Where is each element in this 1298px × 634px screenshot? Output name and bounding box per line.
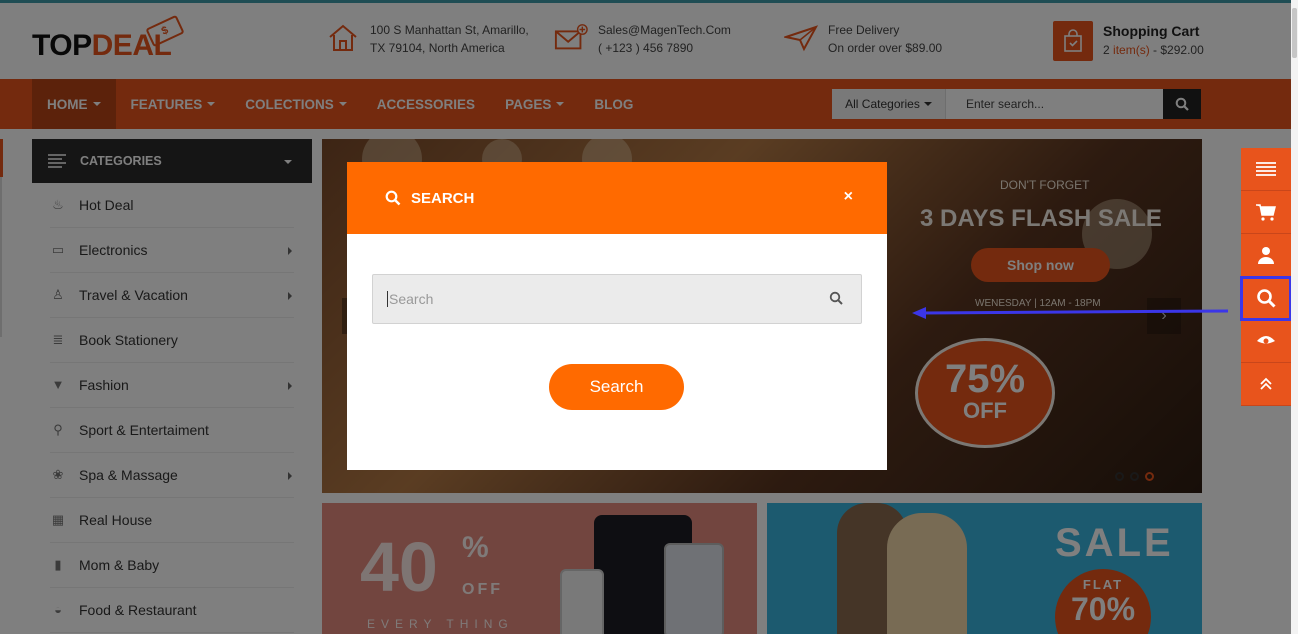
chevrons-up-icon xyxy=(1260,377,1272,390)
right-floating-toolbar xyxy=(1240,148,1292,406)
recently-viewed-button[interactable] xyxy=(1241,320,1291,363)
annotation-arrow xyxy=(912,307,1228,319)
search-modal-header: SEARCH xyxy=(347,162,887,234)
back-to-top-button[interactable] xyxy=(1241,363,1291,406)
menu-button[interactable] xyxy=(1241,148,1291,191)
search-modal-input[interactable]: Search xyxy=(372,274,862,324)
search-toggle-button[interactable] xyxy=(1240,276,1292,321)
search-submit-button[interactable]: Search xyxy=(549,364,684,410)
close-icon[interactable]: × xyxy=(844,188,853,206)
cart-button[interactable] xyxy=(1241,191,1291,234)
text-cursor xyxy=(387,291,388,307)
search-icon xyxy=(1257,289,1276,308)
page-scrollbar[interactable] xyxy=(1291,0,1298,634)
account-button[interactable] xyxy=(1241,234,1291,277)
search-icon[interactable] xyxy=(829,291,843,305)
cart-icon xyxy=(1256,204,1276,221)
scrollbar-thumb[interactable] xyxy=(1292,8,1297,58)
user-icon xyxy=(1258,247,1274,264)
search-icon xyxy=(385,190,401,206)
menu-icon xyxy=(1256,162,1276,176)
eye-icon xyxy=(1257,336,1275,344)
search-modal-title: SEARCH xyxy=(411,189,475,207)
search-modal: SEARCH × Search Search xyxy=(347,162,887,470)
